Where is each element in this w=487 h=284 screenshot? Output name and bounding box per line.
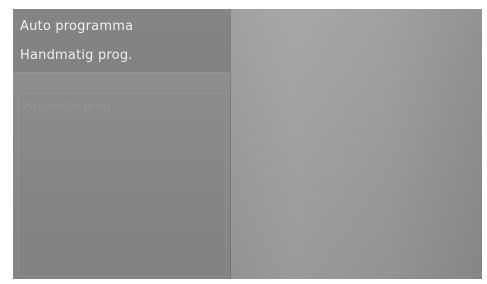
menu-item-auto-program[interactable]: Auto programma: [20, 15, 133, 39]
menu-item-favorite-program: Favoriete prog.: [24, 99, 115, 113]
menu-panel: Auto programma Handmatig prog. Favoriete…: [13, 9, 231, 279]
menu-item-manual-program[interactable]: Handmatig prog.: [20, 44, 133, 68]
submenu-box: Favoriete prog.: [18, 93, 227, 277]
menu-options-box: Auto programma Handmatig prog.: [13, 9, 230, 73]
tv-screen: Auto programma Handmatig prog. Favoriete…: [13, 9, 482, 279]
